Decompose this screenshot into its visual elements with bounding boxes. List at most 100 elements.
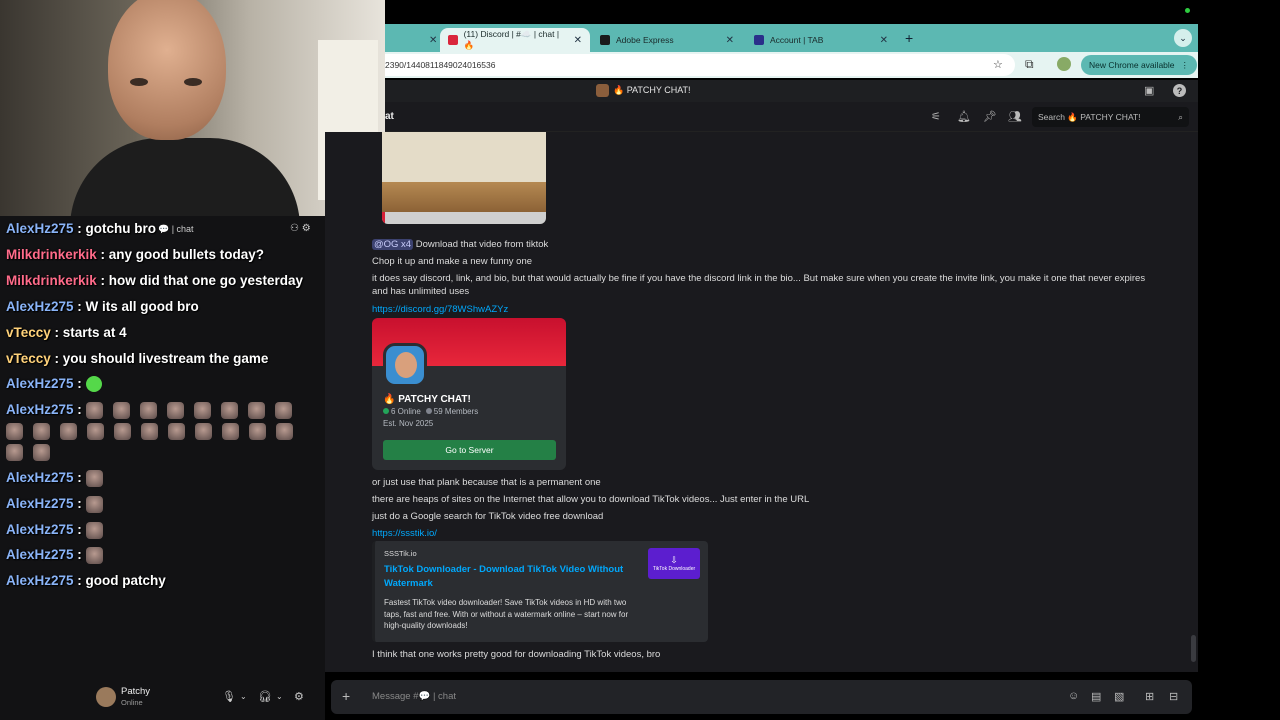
chat-line: AlexHz275 : (6, 522, 113, 539)
user-panel: Patchy Online 🎙︎ ⌄ 🎧︎ ⌄ ⚙ (88, 680, 325, 714)
embed-thumbnail[interactable]: ⇩ TikTok Downloader (648, 548, 700, 579)
server-avatar (383, 343, 427, 387)
chat-username: AlexHz275 (6, 496, 74, 512)
face-emote-icon (85, 522, 103, 539)
url-bar[interactable]: 2390/1440811849024016536 (385, 54, 1015, 76)
tab-label: (11) Discord | #☁️ | chat | 🔥 (463, 29, 560, 50)
tab-previous[interactable]: ✕ (385, 28, 437, 52)
pin-icon[interactable]: 📌︎ (983, 110, 997, 123)
bookmark-star-icon[interactable]: ☆ (993, 58, 1003, 71)
face-emote-icon (6, 444, 23, 462)
message-text: just do a Google search for TikTok video… (372, 511, 604, 522)
message-composer[interactable]: + Message #💬 | chat ☺ ▤ ▧ ⊞ ⊟ (331, 680, 1192, 714)
new-tab-button[interactable]: + (905, 30, 913, 46)
chat-line: vTeccy : you should livestream the game (6, 351, 268, 366)
headphones-icon[interactable]: 🎧︎ (258, 690, 272, 703)
help-icon[interactable]: ? (1173, 84, 1186, 97)
search-input[interactable]: Search 🔥 PATCHY CHAT! ⌕ (1032, 107, 1189, 127)
online-dot-icon (383, 408, 389, 414)
face-emote-icon (85, 547, 103, 564)
profile-avatar[interactable] (1057, 57, 1071, 71)
chat-text: : good patchy (73, 573, 166, 588)
chevron-down-icon[interactable]: ⌄ (276, 692, 283, 701)
chat-text: : (73, 547, 86, 563)
chat-text: : gotchu bro (73, 221, 157, 236)
user-mention[interactable]: @OG x4 (372, 239, 414, 250)
notification-bell-icon[interactable]: 🔔︎ (957, 110, 971, 123)
attach-plus-icon[interactable]: + (342, 688, 350, 704)
chat-text: : (73, 496, 86, 512)
close-tab-icon[interactable]: ✕ (880, 35, 888, 46)
user-avatar[interactable] (96, 687, 116, 707)
invite-link[interactable]: https://discord.gg/78WShwAZYz (372, 303, 508, 316)
member-list-icon[interactable]: 👥︎ (1008, 110, 1022, 123)
face-emote-icon (87, 423, 104, 441)
tab-account-tab[interactable]: Account | TAB ✕ (746, 28, 896, 52)
chevron-down-icon[interactable]: ⌄ (240, 692, 247, 701)
sticker-icon[interactable]: ▧ (1114, 690, 1124, 703)
face-emote-icon (168, 423, 185, 441)
chat-line: AlexHz275 : gotchu bro (6, 221, 156, 236)
tab-search-chevron-icon[interactable]: ⌄ (1174, 29, 1192, 47)
face-emote-icon (222, 423, 239, 441)
close-tab-icon[interactable]: ✕ (726, 35, 734, 46)
microphone-icon[interactable]: 🎙︎ (222, 690, 236, 703)
ssstik-link[interactable]: https://ssstik.io/ (372, 527, 437, 540)
chat-text: : (73, 522, 86, 538)
settings-gear-icon[interactable]: ⚙ (294, 690, 304, 703)
emote-row (6, 423, 303, 441)
gif-icon[interactable]: ▤ (1091, 690, 1101, 703)
server-title-text: 🔥 PATCHY CHAT! (613, 85, 691, 95)
message-list[interactable]: @OG x4 Download that video from tiktok C… (325, 132, 1198, 672)
close-tab-icon[interactable]: ✕ (429, 35, 437, 46)
embed-title[interactable]: TikTok Downloader - Download TikTok Vide… (384, 563, 634, 591)
tab-discord[interactable]: (11) Discord | #☁️ | chat | 🔥 ✕ (440, 28, 590, 52)
server-icon (596, 84, 609, 97)
tab-label: Account | TAB (770, 35, 824, 45)
chat-line: AlexHz275 : (6, 496, 113, 513)
message-text: Chop it up and make a new funny one (372, 256, 533, 267)
face-emote-icon (274, 402, 292, 419)
chat-line: AlexHz275 : W its all good bro (6, 299, 199, 314)
gift-icon[interactable]: ⊟ (1169, 690, 1178, 703)
emote-row (6, 444, 60, 462)
emoji-icon[interactable]: ☺ (1068, 690, 1079, 702)
face-emote-icon (85, 402, 103, 419)
chat-username: vTeccy (6, 351, 51, 366)
attached-image[interactable] (382, 132, 546, 224)
face-emote-icon (6, 423, 23, 441)
chat-username: AlexHz275 (6, 299, 74, 314)
new-chrome-available-button[interactable]: New Chrome available ⋮ (1081, 55, 1198, 75)
face-emote-icon (166, 402, 184, 419)
image-wall (382, 132, 546, 182)
tab-favicon-icon (754, 35, 764, 45)
chat-text: : starts at 4 (50, 325, 127, 340)
embed-provider: SSSTik.io (384, 549, 417, 558)
face-emote-icon (193, 402, 211, 419)
go-to-server-button[interactable]: Go to Server (383, 440, 556, 460)
apps-icon[interactable]: ⊞ (1145, 690, 1154, 703)
link-embed: SSSTik.io TikTok Downloader - Download T… (372, 541, 708, 642)
chat-username: Milkdrinkerkik (6, 273, 97, 288)
channel-name: at (385, 111, 394, 122)
threads-icon[interactable]: ⚟ (931, 110, 941, 123)
face-emote-icon (139, 402, 157, 419)
webcam-eye (184, 78, 202, 86)
inbox-icon[interactable]: ▣ (1144, 84, 1154, 97)
close-tab-icon[interactable]: ✕ (574, 35, 582, 46)
adobe-favicon-icon (600, 35, 610, 45)
message-text: I think that one works pretty good for d… (372, 649, 661, 660)
message-text: it does say discord, link, and bio, but … (372, 273, 1146, 297)
message: there are heaps of sites on the Internet… (372, 493, 809, 506)
thumbnail-label: TikTok Downloader (652, 566, 696, 572)
chat-username: AlexHz275 (6, 522, 74, 538)
message: @OG x4 Download that video from tiktok (372, 238, 548, 251)
message: it does say discord, link, and bio, but … (372, 272, 1152, 298)
video-progress-fill (382, 212, 385, 224)
chat-line: AlexHz275 : (6, 470, 113, 487)
chat-username: AlexHz275 (6, 402, 74, 418)
tab-adobe-express[interactable]: Adobe Express ✕ (592, 28, 742, 52)
extensions-icon[interactable]: ⧉ (1025, 57, 1034, 72)
chat-scrollbar[interactable] (1191, 635, 1196, 662)
invite-established: Est. Nov 2025 (383, 419, 434, 428)
